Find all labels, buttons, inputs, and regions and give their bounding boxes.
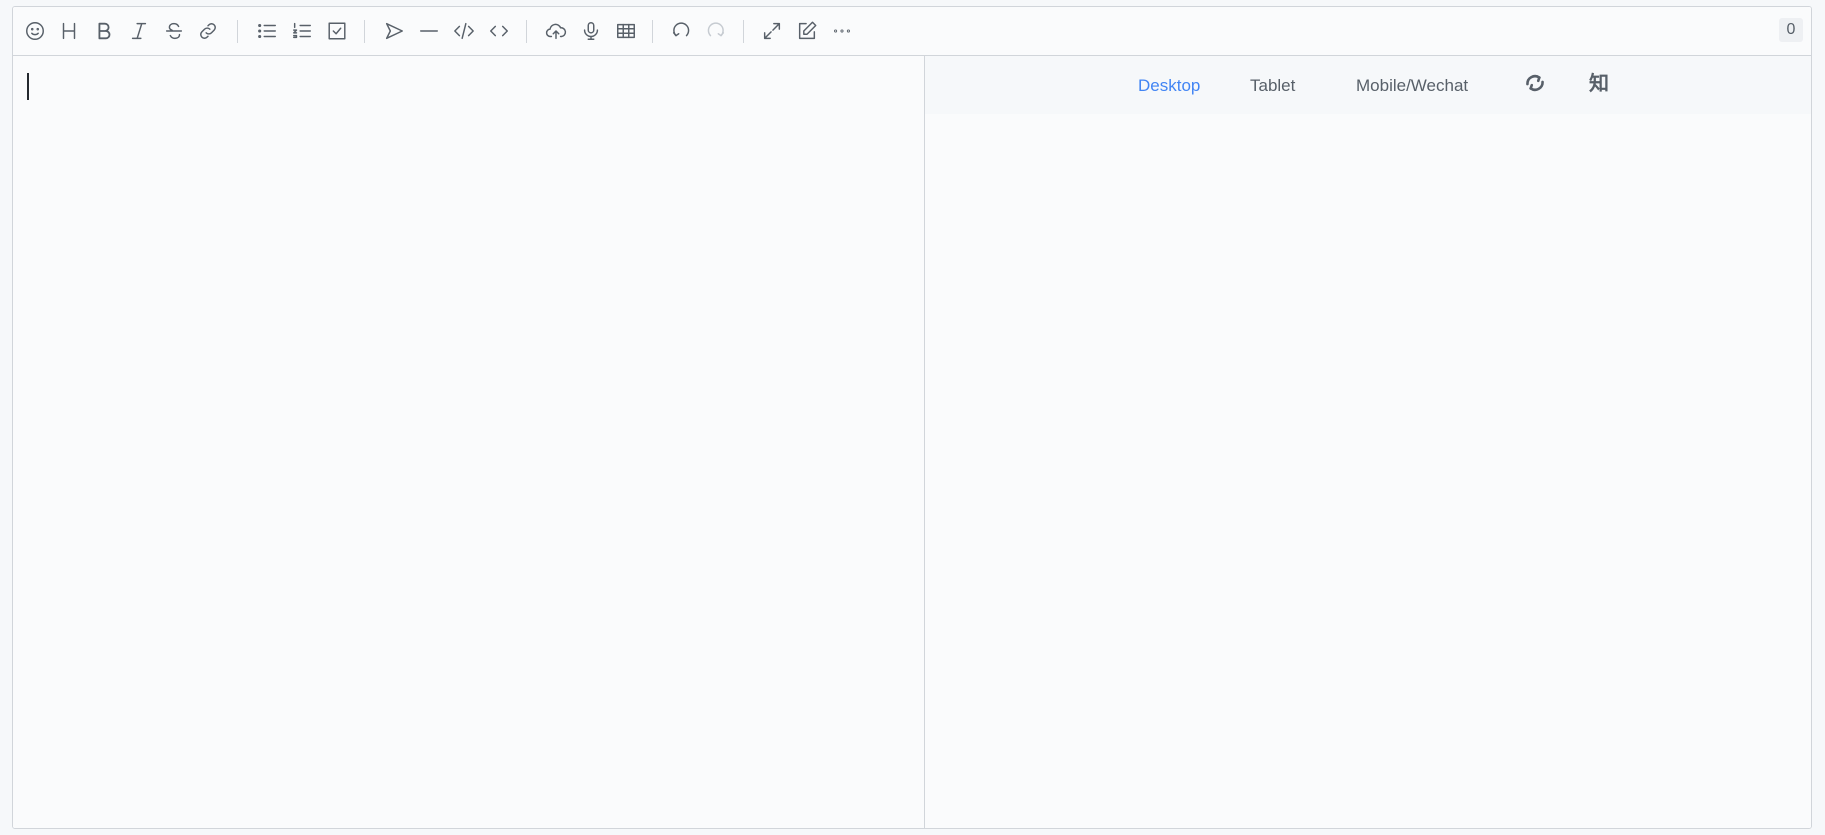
table-icon[interactable] — [612, 17, 640, 45]
link-icon[interactable] — [194, 17, 222, 45]
upload-icon[interactable] — [542, 17, 570, 45]
preview-pane: Desktop Tablet Mobile/Wechat 知 — [925, 56, 1811, 828]
ordered-list-icon[interactable] — [288, 17, 316, 45]
zhihu-icon[interactable]: 知 — [1589, 71, 1609, 97]
checklist-icon[interactable] — [323, 17, 351, 45]
word-count: 0 — [1779, 18, 1803, 42]
preview-header: Desktop Tablet Mobile/Wechat 知 — [925, 56, 1811, 114]
toolbar-divider — [526, 20, 527, 43]
record-icon[interactable] — [577, 17, 605, 45]
fullscreen-icon[interactable] — [758, 17, 786, 45]
bold-icon[interactable] — [90, 17, 118, 45]
more-icon[interactable] — [828, 17, 856, 45]
quote-icon[interactable] — [380, 17, 408, 45]
unordered-list-icon[interactable] — [253, 17, 281, 45]
tab-tablet[interactable]: Tablet — [1250, 74, 1295, 98]
strikethrough-icon[interactable] — [160, 17, 188, 45]
toolbar-divider — [652, 20, 653, 43]
toolbar: 0 — [13, 7, 1811, 56]
italic-icon[interactable] — [125, 17, 153, 45]
edit-mode-icon[interactable] — [793, 17, 821, 45]
emoji-icon[interactable] — [21, 17, 49, 45]
tab-desktop[interactable]: Desktop — [1138, 74, 1200, 98]
inline-code-icon[interactable] — [485, 17, 513, 45]
header-icon[interactable] — [55, 17, 83, 45]
tab-mobile-wechat[interactable]: Mobile/Wechat — [1356, 74, 1468, 98]
redo-icon[interactable] — [702, 17, 730, 45]
code-block-icon[interactable] — [450, 17, 478, 45]
refresh-icon[interactable] — [1522, 70, 1548, 101]
undo-icon[interactable] — [667, 17, 695, 45]
text-cursor — [27, 73, 29, 100]
markdown-editor: 0 Desktop Tablet Mobile/Wechat 知 — [12, 6, 1812, 829]
toolbar-divider — [743, 20, 744, 43]
toolbar-divider — [237, 20, 238, 43]
markdown-input-area[interactable] — [13, 56, 925, 828]
toolbar-divider — [364, 20, 365, 43]
horizontal-line-icon[interactable] — [415, 17, 443, 45]
